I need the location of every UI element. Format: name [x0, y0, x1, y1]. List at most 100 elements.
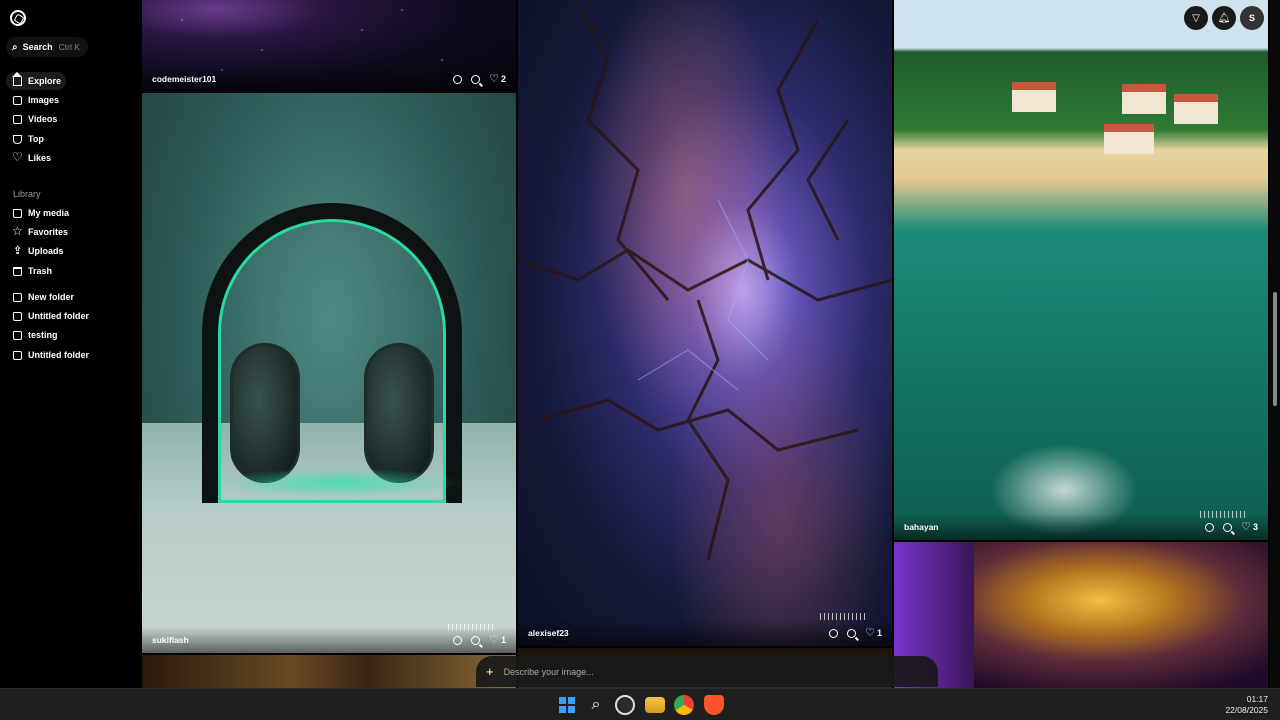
taskbar: ⌕ 01:17 22/08/2025 — [0, 688, 1280, 720]
file-explorer-icon[interactable] — [645, 697, 665, 713]
waveform — [820, 613, 866, 620]
lightning-veins — [518, 0, 892, 561]
folder-item[interactable]: New folder — [6, 288, 130, 306]
search-label: Search — [22, 42, 53, 52]
headphones-cup-right — [364, 343, 434, 483]
windows-start-icon[interactable] — [557, 695, 577, 715]
nav-label: Likes — [28, 153, 52, 163]
tile-footer: alexisef23 ♡ 1 — [518, 620, 892, 646]
gallery-tile-partial[interactable] — [142, 655, 516, 688]
like-button[interactable]: ♡ 1 — [865, 626, 882, 639]
chatgpt-app-icon[interactable] — [615, 695, 635, 715]
nav-label: Uploads — [28, 246, 64, 256]
library-heading: Library — [13, 189, 41, 199]
scrollbar[interactable] — [1270, 0, 1280, 688]
nav-explore[interactable]: Explore — [6, 71, 66, 90]
nav-label: Top — [28, 134, 44, 144]
plus-icon[interactable]: + — [486, 664, 494, 679]
library-trash[interactable]: Trash — [6, 262, 130, 280]
like-count: 1 — [876, 628, 882, 638]
tile-footer: sukiflash ♡ 1 — [142, 627, 516, 653]
star-icon — [12, 224, 23, 238]
remix-icon[interactable] — [453, 635, 463, 645]
clock-date: 22/08/2025 — [1225, 705, 1268, 715]
zoom-icon[interactable] — [847, 628, 857, 638]
nav-videos[interactable]: Videos — [6, 110, 130, 128]
remix-icon[interactable] — [453, 74, 463, 84]
villa-shape — [1174, 94, 1218, 124]
villa-shape — [1012, 82, 1056, 112]
brave-icon[interactable] — [704, 695, 724, 715]
gallery-tile-resort[interactable]: bahayan ♡ 3 — [894, 0, 1268, 540]
folder-icon — [13, 292, 22, 302]
like-count: 3 — [1252, 522, 1258, 532]
villa-shape — [1104, 124, 1154, 154]
heart-icon: ♡ — [489, 633, 499, 646]
headphones-cup-left — [230, 343, 300, 483]
nav-label: My media — [28, 208, 70, 218]
folder-item[interactable]: testing — [6, 326, 130, 344]
folder-item[interactable]: Untitled folder — [6, 346, 130, 364]
library-my-media[interactable]: My media — [6, 204, 130, 222]
zoom-icon[interactable] — [471, 635, 481, 645]
scrollbar-thumb[interactable] — [1273, 292, 1277, 406]
gallery-tile-lightning[interactable]: alexisef23 ♡ 1 — [518, 0, 892, 646]
home-icon — [12, 71, 22, 86]
bell-icon: 🔔︎ — [1217, 12, 1231, 24]
like-count: 2 — [500, 74, 506, 84]
folder-icon — [13, 208, 22, 218]
taskbar-search-icon[interactable]: ⌕ — [586, 695, 606, 715]
filter-button[interactable]: ▽ — [1184, 6, 1208, 30]
remix-icon[interactable] — [829, 628, 839, 638]
image-icon — [13, 95, 22, 105]
folder-label: New folder — [28, 292, 75, 302]
folder-icon — [13, 350, 22, 360]
system-clock[interactable]: 01:17 22/08/2025 — [1225, 694, 1268, 716]
like-button[interactable]: ♡ 3 — [1241, 520, 1258, 533]
gallery-tile-treasure[interactable] — [894, 542, 1268, 688]
like-button[interactable]: ♡ 2 — [489, 73, 506, 84]
zoom-icon[interactable] — [471, 74, 481, 84]
library-uploads[interactable]: Uploads — [6, 242, 130, 260]
folder-icon — [13, 311, 22, 321]
avatar[interactable]: S — [1240, 6, 1264, 30]
nav-label: Videos — [28, 114, 58, 124]
folder-item[interactable]: Untitled folder — [6, 307, 130, 325]
prompt-bar[interactable]: + Describe your image... — [476, 656, 938, 687]
tile-username[interactable]: alexisef23 — [528, 628, 829, 638]
filter-icon: ▽ — [1192, 12, 1200, 24]
folder-label: Untitled folder — [28, 311, 89, 321]
notifications-button[interactable]: 🔔︎ — [1212, 6, 1236, 30]
tile-footer: bahayan ♡ 3 — [894, 514, 1268, 540]
tile-username[interactable]: codemeister101 — [152, 74, 453, 84]
nav-label: Favorites — [28, 227, 69, 237]
heart-icon: ♡ — [1241, 520, 1251, 533]
nav-images[interactable]: Images — [6, 91, 130, 109]
folder-icon — [13, 330, 22, 340]
tile-username[interactable]: bahayan — [904, 522, 1205, 532]
nav-label: Trash — [28, 266, 53, 276]
heart-icon: ♡ — [865, 626, 875, 639]
upload-icon — [13, 244, 22, 257]
gallery-tile-galaxy[interactable]: codemeister101 ♡ 2 — [142, 0, 516, 92]
logo-icon[interactable] — [10, 10, 26, 26]
nav-label: Explore — [28, 76, 62, 86]
nav-label: Images — [28, 95, 60, 105]
zoom-icon[interactable] — [1223, 522, 1233, 532]
tile-footer: codemeister101 ♡ 2 — [142, 66, 516, 92]
like-button[interactable]: ♡ 1 — [489, 633, 506, 646]
avatar-letter: S — [1248, 13, 1255, 23]
library-favorites[interactable]: Favorites — [6, 223, 130, 241]
remix-icon[interactable] — [1205, 522, 1215, 532]
sidebar: ⌕ Search Ctrl K Explore Images Videos To… — [0, 0, 142, 688]
prompt-input[interactable]: Describe your image... — [504, 667, 594, 677]
nav-top[interactable]: Top — [6, 130, 130, 148]
nav-likes[interactable]: Likes — [6, 149, 130, 167]
folder-label: Untitled folder — [28, 350, 89, 360]
trophy-icon — [13, 134, 22, 144]
search-button[interactable]: ⌕ Search Ctrl K — [6, 37, 88, 57]
video-icon — [13, 114, 22, 124]
tile-username[interactable]: sukiflash — [152, 635, 453, 645]
chrome-icon[interactable] — [674, 695, 694, 715]
gallery-tile-headphones[interactable]: sukiflash ♡ 1 — [142, 93, 516, 653]
